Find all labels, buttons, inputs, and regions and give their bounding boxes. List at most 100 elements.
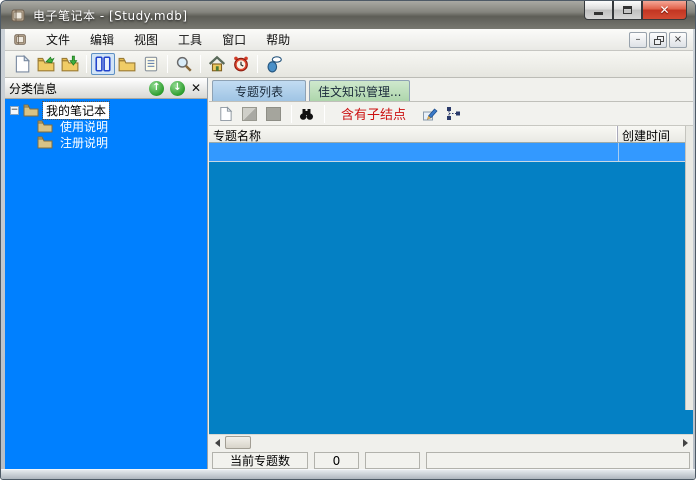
status-topic-count-value: 0 xyxy=(314,452,359,469)
table-header: 专题名称 创建时间 xyxy=(209,126,693,143)
home-button[interactable] xyxy=(205,53,229,75)
folder-icon xyxy=(37,135,53,149)
move-down-button[interactable]: ↓ xyxy=(169,80,185,96)
tab-topic-list[interactable]: 专题列表 xyxy=(212,80,306,101)
disabled-block-button xyxy=(263,105,283,123)
tree-item-usage-notes[interactable]: 使用说明 xyxy=(57,118,111,135)
scrollbar-thumb[interactable] xyxy=(225,436,251,449)
main-toolbar xyxy=(5,51,693,78)
toolbar-separator xyxy=(291,104,292,123)
new-document-button[interactable] xyxy=(10,53,34,75)
title-bar[interactable]: 电子笔记本 - [Study.mdb] ✕ xyxy=(1,1,695,29)
toolbar-separator xyxy=(257,55,258,73)
tree-item-registration-notes[interactable]: 注册说明 xyxy=(57,134,111,151)
category-panel-title: 分类信息 xyxy=(9,81,58,96)
search-button[interactable] xyxy=(172,53,196,75)
category-panel-header: 分类信息 ↑ ↓ ✕ xyxy=(5,78,207,99)
edit-pencil-icon xyxy=(422,108,438,120)
tab-knowledge-management[interactable]: 佳文知识管理... xyxy=(309,80,411,101)
selected-empty-row[interactable] xyxy=(209,143,693,162)
notebook-app-icon xyxy=(10,7,27,24)
category-tree: − 我的笔记本 使用说明 注册说明 xyxy=(5,99,207,471)
disabled-tool-button xyxy=(239,105,259,123)
window-controls: ✕ xyxy=(584,1,687,20)
disabled-block-icon xyxy=(265,106,281,121)
tree-item-my-notebook[interactable]: 我的笔记本 xyxy=(41,100,111,120)
left-arrow-icon xyxy=(214,438,220,447)
scroll-left-button[interactable] xyxy=(209,436,225,450)
binoculars-icon xyxy=(299,108,313,120)
alarm-button[interactable] xyxy=(229,53,253,75)
main-panel: 专题列表 佳文知识管理... 含有子结点 专题名称 创建时间 当前专题数 0 xyxy=(209,78,693,471)
scroll-right-button[interactable] xyxy=(677,436,693,450)
content-area: 分类信息 ↑ ↓ ✕ − 我的笔记本 使用说明 注册说明 专题列表 佳文知识管理… xyxy=(5,78,693,471)
folder-icon xyxy=(37,119,53,133)
horizontal-scrollbar[interactable] xyxy=(209,434,693,450)
find-button[interactable] xyxy=(296,105,316,123)
restore-icon xyxy=(653,36,664,45)
topic-list-body[interactable] xyxy=(209,162,693,434)
tree-nodes-button[interactable] xyxy=(444,105,464,123)
menu-view[interactable]: 视图 xyxy=(124,28,168,51)
new-topic-button[interactable] xyxy=(215,105,235,123)
status-cell-empty xyxy=(426,452,690,469)
search-icon xyxy=(176,56,192,72)
vertical-scrollbar[interactable] xyxy=(685,126,693,410)
minimize-button[interactable] xyxy=(584,1,613,20)
column-created-time[interactable]: 创建时间 xyxy=(618,126,693,143)
app-window: 电子笔记本 - [Study.mdb] ✕ 文件 编辑 视图 工具 窗口 帮助 … xyxy=(0,0,696,480)
minimize-icon xyxy=(594,11,603,15)
edit-button[interactable] xyxy=(420,105,440,123)
tab-bar: 专题列表 佳文知识管理... xyxy=(209,78,693,102)
tree-item-child[interactable]: 注册说明 xyxy=(5,134,207,150)
move-up-button[interactable]: ↑ xyxy=(148,80,164,96)
view-panels-icon xyxy=(95,56,111,72)
maximize-button[interactable] xyxy=(613,1,642,20)
menu-edit[interactable]: 编辑 xyxy=(80,28,124,51)
category-panel: 分类信息 ↑ ↓ ✕ − 我的笔记本 使用说明 注册说明 xyxy=(5,78,208,471)
new-document-icon xyxy=(15,55,31,73)
mdi-close-button[interactable]: × xyxy=(669,32,687,48)
key-button[interactable] xyxy=(262,53,286,75)
mdi-minimize-button[interactable]: – xyxy=(629,32,647,48)
column-topic-name[interactable]: 专题名称 xyxy=(209,126,618,143)
status-topic-count-label: 当前专题数 xyxy=(212,452,308,469)
column-divider xyxy=(618,143,619,161)
maximize-icon xyxy=(623,6,632,14)
mdi-window-controls: – × xyxy=(629,32,687,48)
tree-collapse-icon[interactable]: − xyxy=(10,105,19,115)
mdi-restore-button[interactable] xyxy=(649,32,667,48)
menu-tools[interactable]: 工具 xyxy=(168,28,212,51)
open-folder-icon xyxy=(118,57,136,72)
notes-list-icon xyxy=(144,56,158,72)
folder-icon xyxy=(23,103,39,117)
toolbar-separator xyxy=(86,55,87,73)
right-arrow-icon xyxy=(682,438,688,447)
menu-window[interactable]: 窗口 xyxy=(212,28,256,51)
open-folder-button[interactable] xyxy=(115,53,139,75)
open-file-icon xyxy=(37,56,55,72)
notes-button[interactable] xyxy=(139,53,163,75)
status-bar: 当前专题数 0 xyxy=(209,450,693,471)
open-file-button[interactable] xyxy=(34,53,58,75)
menu-help[interactable]: 帮助 xyxy=(256,28,300,51)
new-page-icon xyxy=(219,105,232,121)
window-bottom-frame xyxy=(1,469,695,479)
import-button[interactable] xyxy=(58,53,82,75)
notebook-icon xyxy=(13,32,28,47)
alarm-clock-icon xyxy=(234,56,248,72)
status-cell-empty xyxy=(365,452,420,469)
tree-item-root[interactable]: − 我的笔记本 xyxy=(5,100,207,120)
view-panels-button[interactable] xyxy=(91,53,115,75)
toolbar-separator xyxy=(167,55,168,73)
toolbar-separator xyxy=(200,55,201,73)
panel-close-button[interactable]: ✕ xyxy=(191,82,201,94)
close-button[interactable]: ✕ xyxy=(642,1,687,20)
import-folder-icon xyxy=(61,55,79,72)
has-child-nodes-label[interactable]: 含有子结点 xyxy=(341,104,406,123)
menu-file[interactable]: 文件 xyxy=(36,28,80,51)
tree-nodes-icon xyxy=(447,106,461,120)
home-icon xyxy=(208,55,226,72)
tree-item-child[interactable]: 使用说明 xyxy=(5,118,207,134)
toolbar-separator xyxy=(324,104,325,123)
